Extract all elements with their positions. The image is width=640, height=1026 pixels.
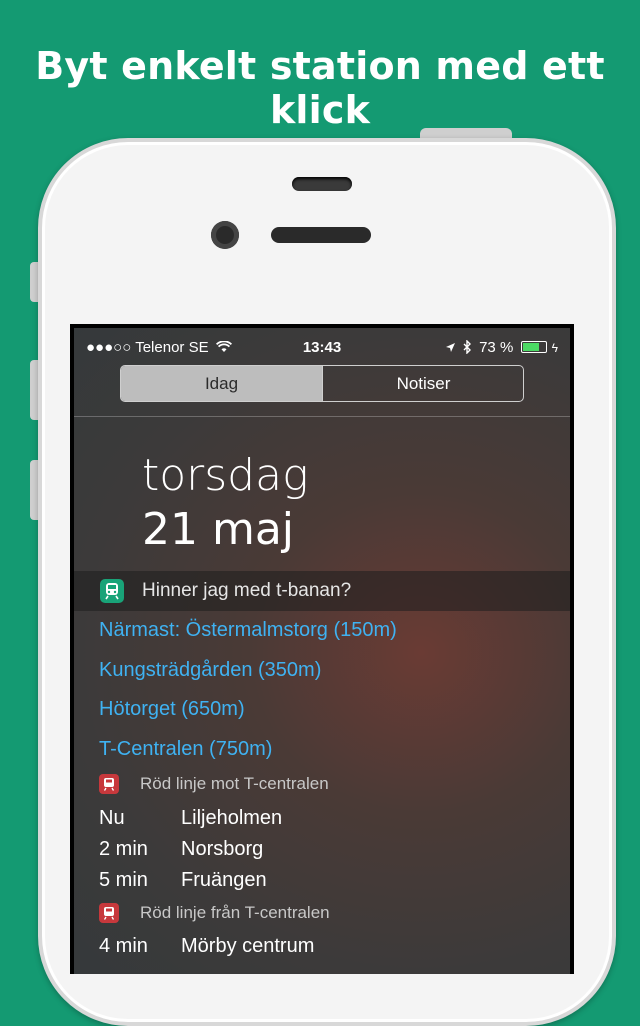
battery-fill <box>523 343 540 351</box>
station-link[interactable]: T-Centralen (750m) <box>99 738 272 761</box>
departure-destination: Mörby centrum <box>181 935 315 957</box>
headline: Byt enkelt station med ett klick <box>35 44 605 132</box>
notification-center: ●●●○○ Telenor SE 13:43 73 % ϟ Idag Notis… <box>74 328 570 974</box>
departure-time: 2 min <box>99 838 148 860</box>
line-title: Röd linje mot T-centralen <box>140 774 329 793</box>
weekday-label: torsdag <box>142 450 309 501</box>
speaker-grille <box>292 177 352 191</box>
departure-destination: Liljeholmen <box>181 807 283 829</box>
location-arrow-icon <box>445 339 460 356</box>
status-bar: ●●●○○ Telenor SE 13:43 73 % ϟ <box>74 328 570 368</box>
status-right: 73 % ϟ <box>445 339 558 356</box>
departure-time: Nu <box>99 807 125 829</box>
train-icon <box>100 579 124 603</box>
earpiece <box>271 227 371 243</box>
power-button <box>420 128 512 138</box>
bluetooth-icon <box>460 339 479 356</box>
departure-time: 5 min <box>99 869 148 891</box>
station-link-nearest[interactable]: Närmast: Östermalmstorg (150m) <box>99 619 397 642</box>
charging-icon: ϟ <box>551 341 558 355</box>
today-notifications-segmented-control: Idag Notiser <box>120 365 524 402</box>
departure-destination: Fruängen <box>181 869 267 891</box>
front-camera <box>211 221 239 249</box>
divider <box>74 416 570 417</box>
tab-today[interactable]: Idag <box>121 366 322 401</box>
tab-notifications[interactable]: Notiser <box>322 366 523 401</box>
widget-title: Hinner jag med t-banan? <box>142 580 352 601</box>
battery-percent: 73 % <box>479 339 514 356</box>
line-title: Röd linje från T-centralen <box>140 903 330 922</box>
departure-destination: Norsborg <box>181 838 264 860</box>
train-icon <box>99 774 119 794</box>
phone-screen: ●●●○○ Telenor SE 13:43 73 % ϟ Idag Notis… <box>70 324 574 974</box>
widget-header[interactable]: Hinner jag med t-banan? <box>74 571 570 611</box>
station-link[interactable]: Hötorget (650m) <box>99 698 245 721</box>
station-link[interactable]: Kungsträdgården (350m) <box>99 659 321 682</box>
date-label: 21 maj <box>142 504 295 555</box>
departure-time: 4 min <box>99 935 148 957</box>
train-icon <box>99 903 119 923</box>
battery-icon <box>521 341 548 353</box>
